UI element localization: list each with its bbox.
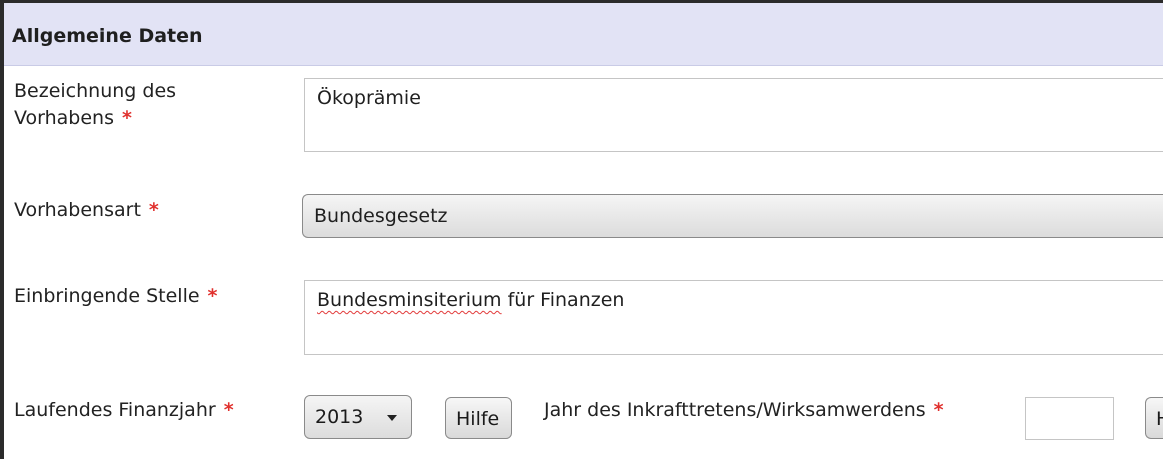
bezeichnung-value: Ökoprämie <box>317 87 421 109</box>
finanzjahr-label: Laufendes Finanzjahr * <box>14 399 234 421</box>
bezeichnung-label: Bezeichnung des Vorhabens * <box>14 80 177 129</box>
vorhabensart-label: Vorhabensart * <box>14 199 159 221</box>
vorhabensart-value: Bundesgesetz <box>314 205 448 227</box>
section-title: Allgemeine Daten <box>12 25 203 47</box>
inkrafttreten-help-button[interactable]: H <box>1145 397 1163 439</box>
section-header: Allgemeine Daten <box>4 3 1163 66</box>
required-marker: * <box>148 199 159 221</box>
einbringende-stelle-label: Einbringende Stelle * <box>14 285 218 307</box>
finanzjahr-help-button[interactable]: Hilfe <box>445 397 512 439</box>
inkrafttreten-input[interactable] <box>1025 397 1114 440</box>
required-marker: * <box>122 107 132 129</box>
required-marker: * <box>207 285 218 307</box>
einbringende-stelle-textarea[interactable]: Bundesminsiterium für Finanzen <box>304 280 1163 355</box>
finanzjahr-value: 2013 <box>315 406 364 428</box>
vorhabensart-select[interactable]: Bundesgesetz <box>302 194 1163 238</box>
required-marker: * <box>223 399 234 421</box>
spellcheck-word: Bundesminsiterium <box>317 289 502 311</box>
chevron-down-icon <box>387 415 397 421</box>
finanzjahr-select[interactable]: 2013 <box>304 395 412 439</box>
bezeichnung-textarea[interactable]: Ökoprämie <box>304 78 1163 152</box>
required-marker: * <box>933 399 944 421</box>
einbringende-stelle-value: für Finanzen <box>501 289 625 311</box>
inkrafttreten-label: Jahr des Inkrafttretens/Wirksamwerdens * <box>544 399 944 421</box>
